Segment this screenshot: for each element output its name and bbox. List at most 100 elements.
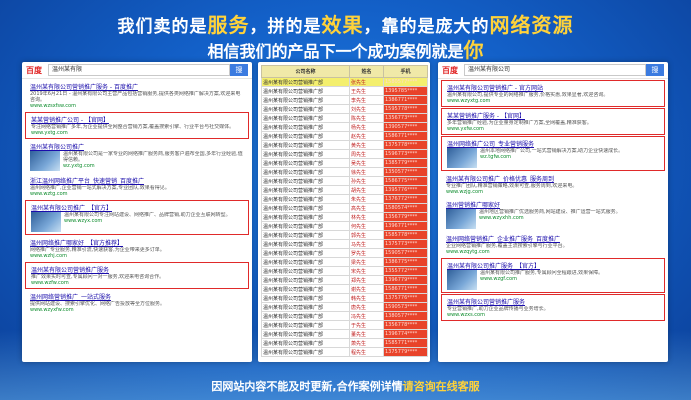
result-title-link[interactable]: 浙江温州网络推广平台_快速营销_百度推广 bbox=[30, 176, 244, 185]
result-url[interactable]: www.wzgf.com bbox=[480, 276, 603, 282]
search-input[interactable]: 温州某有限 bbox=[48, 64, 230, 76]
cell-company: 温州某有限公司营销推广部 bbox=[261, 77, 350, 87]
result-url[interactable]: www.wzyxfw.com bbox=[30, 307, 165, 313]
result-title-link[interactable]: 温州营销推广哪家好 bbox=[446, 200, 660, 209]
search-button[interactable]: 搜 bbox=[230, 64, 248, 76]
table-row: 温州某有限公司营销推广部 周先生 1596773**** bbox=[261, 149, 428, 159]
baidu-logo: 百度 bbox=[442, 65, 458, 75]
cell-name: 冯先生 bbox=[349, 311, 384, 321]
table-row: 温州某有限公司营销推广部 胡先生 1395776**** bbox=[261, 185, 428, 195]
table-row: 温州某有限公司营销推广部 马先生 1375773**** bbox=[261, 239, 428, 249]
cell-phone: 1396771**** bbox=[383, 221, 428, 231]
cell-phone: 1375779**** bbox=[383, 347, 428, 357]
cell-phone: 1395776**** bbox=[383, 185, 428, 195]
cell-company: 温州某有限公司营销推广部 bbox=[261, 257, 350, 267]
cell-company: 温州某有限公司营销推广部 bbox=[261, 95, 350, 105]
result-title-link[interactable]: 温州某有限公司营销推广服务 - 百度推广 bbox=[30, 82, 244, 91]
search-result: 温州某有限公司推广_价格优惠_服务周到 专业推广团队,精准营销策略,效果可查,服务… bbox=[441, 172, 665, 197]
search-result: 温州营销推广哪家好 温州地区营销推广优选服务商,网站建设、推广运营一站式服务。 ww… bbox=[441, 198, 665, 231]
cell-phone: 1580577**** bbox=[383, 77, 428, 87]
result-title-link[interactable]: 温州网络推广哪家好_【官方推荐】 bbox=[30, 238, 244, 247]
result-body: 专业营销推广,助力企业品牌传播与业务增长。 www.wzxs.com bbox=[447, 306, 659, 318]
cell-phone: 1595778**** bbox=[383, 104, 428, 114]
cell-company: 温州某有限公司营销推广部 bbox=[261, 221, 350, 231]
cell-phone: 1596773**** bbox=[383, 149, 428, 159]
result-body: 温州本地网络推广公司,一站式营销解决方案,助力企业快速成长。 wz.tgfw.co… bbox=[447, 148, 659, 168]
header-phone: 手机 bbox=[383, 65, 428, 78]
result-snippet: 2019年6月21日 - 温州某有限公司主营产品包括营销服务,提供各类网络推广解… bbox=[30, 91, 241, 103]
table-row: 温州某有限公司营销推广部 冯先生 1380577**** bbox=[261, 311, 428, 321]
cell-name: 宋先生 bbox=[349, 266, 384, 276]
cell-company: 温州某有限公司营销推广部 bbox=[261, 266, 350, 276]
cell-phone: 1586771**** bbox=[383, 284, 428, 294]
result-url[interactable]: www.wzhj.com bbox=[30, 253, 165, 259]
cell-phone: 1375776**** bbox=[383, 293, 428, 303]
cell-name: 郭先生 bbox=[349, 230, 384, 240]
result-body: 温州某有限公司专注网站建设、网络推广、品牌营销,助力企业互联网转型。 www.wz… bbox=[31, 212, 243, 232]
result-url[interactable]: www.wzfw.com bbox=[31, 280, 164, 286]
result-title-link[interactable]: 温州网络推广公司_专业营销服务 bbox=[447, 139, 659, 148]
cell-name: 梁先生 bbox=[349, 257, 384, 267]
cell-phone: 1396779**** bbox=[383, 275, 428, 285]
left-search-screenshot: 百度 温州某有限 搜 温州某有限公司营销推广服务 - 百度推广 2019年6月21… bbox=[22, 62, 252, 362]
cell-company: 温州某有限公司营销推广部 bbox=[261, 212, 350, 222]
result-url[interactable]: wz.tgfw.com bbox=[480, 154, 623, 160]
search-result: 温州某有限公司推广服务_【官方】 温州某有限公司推广服务,专属顾问全程跟进,效果保… bbox=[441, 258, 665, 293]
cell-company: 温州某有限公司营销推广部 bbox=[261, 194, 350, 204]
result-title-link[interactable]: 温州网络营销推广_企业推广服务_百度推广 bbox=[446, 234, 660, 243]
result-body: 提供网站建设、搜索引擎优化、网络广告投放等全方位服务。 www.wzyxfw.co… bbox=[30, 301, 244, 313]
search-button[interactable]: 搜 bbox=[646, 64, 664, 76]
result-title-link[interactable]: 温州某有限公司推广_【官方】 bbox=[31, 203, 243, 212]
result-url[interactable]: www.wzqytg.com bbox=[446, 249, 568, 255]
cell-name: 王先生 bbox=[349, 86, 384, 96]
cell-name: 杨先生 bbox=[349, 122, 384, 132]
cell-phone: 1375773**** bbox=[383, 239, 428, 249]
result-url[interactable]: www.yxtg.com bbox=[31, 130, 234, 136]
result-url[interactable]: www.wzyxtg.com bbox=[447, 98, 608, 104]
result-body: 网络推广专业服务,精准引流,快速获客,为企业带来更多订单。 www.wzhj.co… bbox=[30, 247, 244, 259]
cell-company: 温州某有限公司营销推广部 bbox=[261, 176, 350, 186]
search-input[interactable]: 温州某有限公司 bbox=[464, 64, 646, 76]
result-url[interactable]: www.wzjg.com bbox=[446, 189, 577, 195]
cell-name: 朱先生 bbox=[349, 194, 384, 204]
result-url[interactable]: www.wzxs.com bbox=[447, 312, 549, 318]
footer-note: 因网站内容不能及时更新,合作案例详情请咨询在线客服 bbox=[0, 378, 691, 394]
cell-phone: 1376772**** bbox=[383, 194, 428, 204]
cell-phone: 1585771**** bbox=[383, 338, 428, 348]
cell-company: 温州某有限公司营销推广部 bbox=[261, 185, 350, 195]
cell-name: 萧先生 bbox=[349, 338, 384, 348]
result-title-link[interactable]: 温州某有限公司推广_价格优惠_服务周到 bbox=[446, 174, 660, 183]
result-title-link[interactable]: 温州某有限公司推广 bbox=[30, 142, 244, 151]
cell-company: 温州某有限公司营销推广部 bbox=[261, 347, 350, 357]
result-title-link[interactable]: 温州网络营销推广_一站式服务 bbox=[30, 292, 244, 301]
result-url[interactable]: www.wzsxfsw.com bbox=[30, 103, 244, 109]
result-url[interactable]: www.wzyx.com bbox=[64, 218, 231, 224]
cell-company: 温州某有限公司营销推广部 bbox=[261, 311, 350, 321]
result-title-link[interactable]: 某某营销推广服务 - 【官网】 bbox=[447, 111, 659, 120]
result-url[interactable]: wz.yxtg.com bbox=[63, 163, 244, 169]
result-title-link[interactable]: 温州某有限公司营销推广服务 bbox=[31, 265, 243, 274]
table-row: 温州某有限公司营销推广部 董先生 1396774**** bbox=[261, 329, 428, 339]
cell-company: 温州某有限公司营销推广部 bbox=[261, 131, 350, 141]
result-title-link[interactable]: 某某营销推广公司 - 【官网】 bbox=[31, 115, 243, 124]
cell-company: 温州某有限公司营销推广部 bbox=[261, 122, 350, 132]
result-url[interactable]: www.wztg.com bbox=[30, 191, 170, 197]
cell-company: 温州某有限公司营销推广部 bbox=[261, 230, 350, 240]
table-row: 温州某有限公司营销推广部 杨先生 1390577**** bbox=[261, 122, 428, 132]
result-url[interactable]: www.yxfw.com bbox=[447, 126, 592, 132]
cell-phone: 1590577**** bbox=[383, 248, 428, 258]
cell-name: 何先生 bbox=[349, 221, 384, 231]
cell-name: 韩先生 bbox=[349, 293, 384, 303]
result-title-link[interactable]: 温州某有限公司推广服务_【官方】 bbox=[447, 261, 659, 270]
baidu-logo: 百度 bbox=[26, 65, 42, 75]
cell-company: 温州某有限公司营销推广部 bbox=[261, 320, 350, 330]
result-thumbnail bbox=[446, 209, 476, 229]
result-title-link[interactable]: 温州某有限公司营销推广 - 官方网站 bbox=[447, 83, 659, 92]
result-body: 多年营销推广经验,为企业量身定制推广方案,全网覆盖,精准获客。 www.yxfw.… bbox=[447, 120, 659, 132]
result-title-link[interactable]: 温州某有限公司营销推广服务 bbox=[447, 297, 659, 306]
footer-contact-link[interactable]: 请咨询在线客服 bbox=[403, 380, 480, 393]
cell-company: 温州某有限公司营销推广部 bbox=[261, 104, 350, 114]
cell-name: 李先生 bbox=[349, 95, 384, 105]
result-url[interactable]: www.wzyxhh.com bbox=[479, 215, 621, 221]
table-row: 温州某有限公司营销推广部 李先生 1386771**** bbox=[261, 95, 428, 105]
